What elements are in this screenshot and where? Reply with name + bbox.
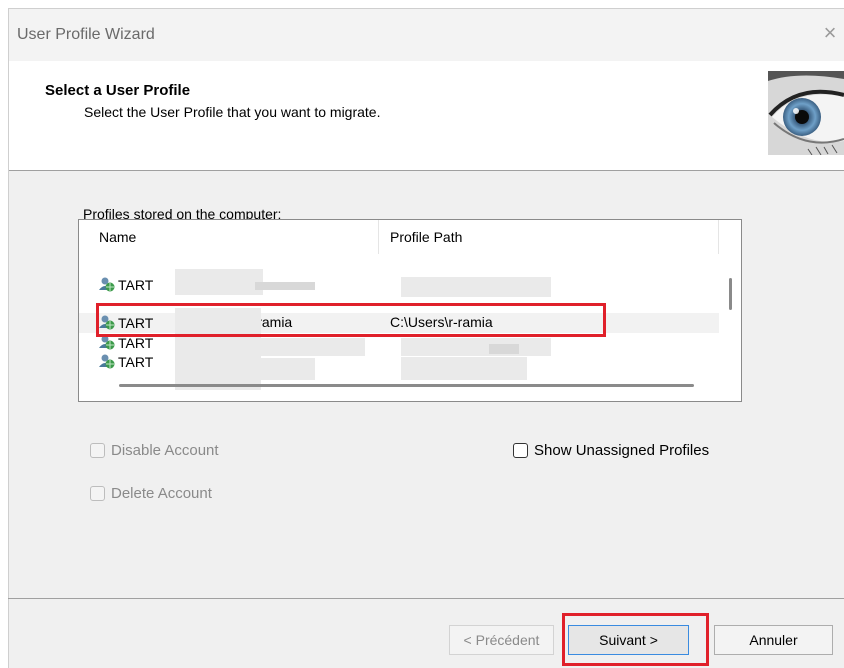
- footer-separator: [8, 598, 844, 599]
- redacted-block: [175, 269, 263, 295]
- selected-row-highlight: [96, 303, 606, 337]
- vertical-scrollbar[interactable]: [719, 254, 741, 394]
- redacted-block: [255, 358, 315, 380]
- redacted-block: [255, 282, 315, 290]
- delete-account-label: Delete Account: [111, 485, 212, 502]
- profile-name: TART: [118, 354, 154, 370]
- profile-row[interactable]: TART: [79, 352, 719, 372]
- user-globe-icon: [99, 354, 115, 369]
- title-bar: User Profile Wizard ×: [9, 9, 844, 61]
- delete-account-box[interactable]: [90, 486, 105, 501]
- next-button-highlight: [562, 613, 709, 666]
- show-unassigned-profiles-checkbox[interactable]: Show Unassigned Profiles: [513, 442, 709, 459]
- wizard-header: Select a User Profile Select the User Pr…: [9, 61, 844, 171]
- horizontal-scroll-thumb[interactable]: [119, 384, 694, 387]
- show-unassigned-profiles-label: Show Unassigned Profiles: [534, 442, 710, 459]
- vertical-scroll-thumb[interactable]: [729, 278, 732, 310]
- cancel-button[interactable]: Annuler: [714, 625, 833, 655]
- column-header-name[interactable]: Name: [79, 220, 379, 254]
- back-button[interactable]: < Précédent: [449, 625, 554, 655]
- show-unassigned-profiles-box[interactable]: [513, 443, 528, 458]
- delete-account-checkbox[interactable]: Delete Account: [90, 485, 212, 502]
- eye-icon: [768, 71, 844, 155]
- disable-account-box[interactable]: [90, 443, 105, 458]
- user-globe-icon: [99, 277, 115, 292]
- disable-account-label: Disable Account: [111, 442, 219, 459]
- profile-name: TART: [118, 277, 154, 293]
- close-icon[interactable]: ×: [820, 22, 840, 44]
- page-title: Select a User Profile: [45, 82, 191, 99]
- window-title: User Profile Wizard: [17, 26, 155, 43]
- redacted-block: [401, 357, 527, 380]
- disable-account-checkbox[interactable]: Disable Account: [90, 442, 219, 459]
- profile-name: TART: [118, 335, 154, 351]
- page-subtitle: Select the User Profile that you want to…: [84, 104, 381, 120]
- column-header-profile-path[interactable]: Profile Path: [379, 220, 719, 254]
- redacted-block: [401, 277, 551, 297]
